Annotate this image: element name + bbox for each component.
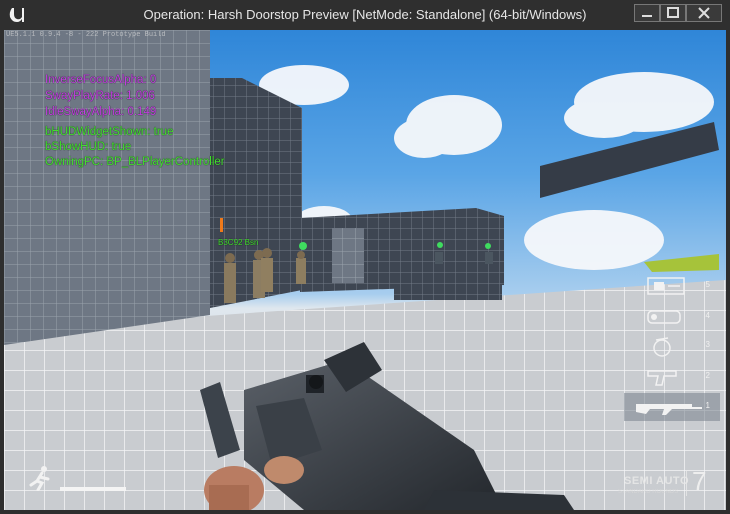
pistol-icon [647,370,677,386]
weapon-slot-2[interactable]: 2 [624,363,720,391]
close-icon [698,7,710,19]
small-block [374,264,398,282]
game-window: Operation: Harsh Doorstop Preview [NetMo… [0,0,730,514]
debug-hud-widget-shown: bHUDWidgetShown: true [45,126,174,138]
game-viewport[interactable]: UE5.1.1 0.9.4 -8 - 222 Prototype Build I… [4,30,726,510]
debug-inverse-focus-alpha: InverseFocusAlpha: 0 [45,74,157,86]
slot-number: 1 [705,401,710,410]
slot-number: 5 [705,280,710,289]
player-nametag: B3C92 Bsn [218,238,259,247]
fire-mode-label: SEMI AUTO [624,475,690,487]
slot-number: 2 [705,371,710,380]
container-block [394,258,502,300]
window-title: Operation: Harsh Doorstop Preview [NetMo… [143,7,587,22]
grenade-icon [653,337,671,357]
ammo-type-label: STANDARD ROUNDS [618,489,679,495]
vehicle [644,254,719,272]
weapon-slot-3[interactable]: 3 [624,332,720,360]
weapon-slot-1[interactable]: 1 [624,393,720,421]
pillar [332,228,364,283]
weapon-slot-4[interactable]: 4 [624,303,720,331]
debug-show-hud: bShowHUD: true [45,141,132,153]
slot-number: 3 [705,340,710,349]
title-bar[interactable]: Operation: Harsh Doorstop Preview [NetMo… [0,0,730,30]
maximize-button[interactable] [660,4,686,22]
rifle-icon [636,404,702,415]
equipment-icon [647,277,685,295]
build-info: UE5.1.1 0.9.4 -8 - 222 Prototype Build [6,31,166,39]
binoculars-icon [647,310,681,324]
slot-number: 4 [705,311,710,320]
minimize-button[interactable] [634,4,660,22]
weapon-slot-5[interactable]: 5 [624,272,720,300]
ammo-separator [686,470,687,496]
close-button[interactable] [686,4,722,22]
ammo-count: 7 [692,466,707,496]
game-scene [4,30,726,510]
debug-sway-play-rate: SwayPlayRate: 1.006 [45,90,155,102]
minimize-icon [642,15,652,17]
maximize-icon [667,7,679,18]
debug-owning-pc: OwningPC: BP_BLPlayerController [45,156,225,168]
debug-idle-sway-alpha: IdleSwayAlpha: 0.149 [45,106,157,118]
running-stance-icon [29,466,50,491]
stamina-bar [60,487,126,491]
